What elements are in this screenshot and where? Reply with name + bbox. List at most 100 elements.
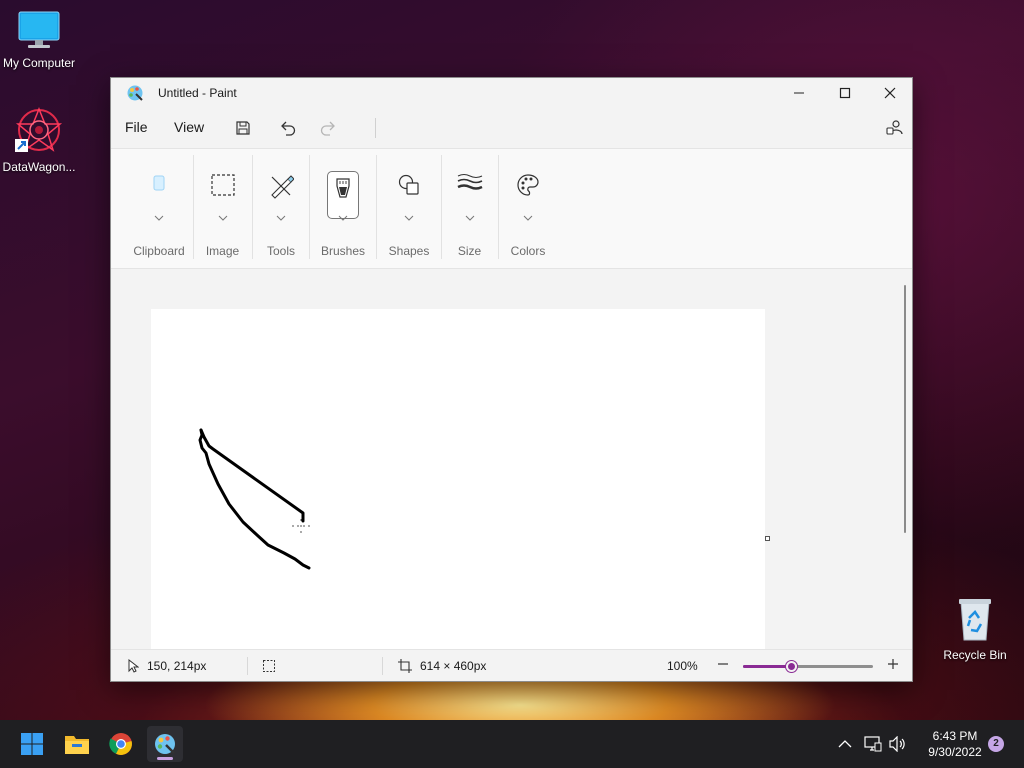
ribbon-toolbar: Clipboard Image Tools Brushes Shapes Siz…: [111, 148, 912, 269]
group-label: Colors: [510, 244, 546, 258]
save-icon: [236, 121, 250, 135]
chevron-down-icon: [276, 209, 286, 224]
canvas-size-indicator: 614 × 460px: [398, 659, 486, 673]
monitor-icon: [0, 10, 81, 53]
cursor-position: 150, 214px: [147, 659, 207, 673]
file-explorer-button[interactable]: [59, 726, 95, 762]
volume-button[interactable]: [889, 720, 907, 768]
datawagon-app-icon: [0, 106, 81, 157]
minimize-icon: [794, 92, 804, 94]
drawing-canvas[interactable]: [151, 309, 765, 649]
redo-button[interactable]: [315, 116, 341, 140]
desktop-icon-datawagon[interactable]: DataWagon...: [0, 106, 81, 174]
folder-icon: [65, 736, 89, 754]
canvas-drawing: [198, 428, 311, 570]
status-bar: 150, 214px 614 × 460px 100%: [111, 649, 912, 681]
paint-app-icon: [126, 84, 144, 105]
active-app-indicator: [157, 757, 173, 760]
zoom-slider-thumb[interactable]: [786, 661, 797, 672]
window-title: Untitled - Paint: [158, 86, 237, 100]
zoom-slider[interactable]: [743, 661, 873, 672]
recycle-bin-icon: [933, 596, 1017, 645]
status-divider: [247, 657, 248, 675]
desktop-icon-recycle-bin[interactable]: Recycle Bin: [933, 596, 1017, 662]
group-divider: [193, 155, 194, 259]
menu-file[interactable]: File: [125, 119, 148, 135]
menu-bar: File View: [111, 108, 912, 148]
group-label: Image: [205, 244, 240, 258]
menu-view[interactable]: View: [174, 119, 204, 135]
crosshair-cursor-icon: [292, 519, 310, 533]
colors-group[interactable]: Colors: [499, 149, 557, 270]
chrome-icon: [109, 733, 132, 755]
size-group[interactable]: Size: [442, 149, 497, 270]
group-label: Brushes: [320, 244, 366, 258]
paint-window: Untitled - Paint File View Clipboard Ima…: [110, 77, 913, 682]
chevron-down-icon: [465, 209, 475, 224]
account-settings-icon: [886, 120, 903, 135]
image-group[interactable]: Image: [195, 149, 250, 270]
group-label: Size: [457, 244, 482, 258]
maximize-button[interactable]: [822, 78, 868, 108]
zoom-out-button[interactable]: [717, 658, 729, 670]
menu-divider: [375, 118, 376, 138]
canvas-workspace[interactable]: [111, 269, 912, 649]
system-clock[interactable]: 6:43 PM 9/30/2022: [916, 728, 994, 760]
zoom-in-button[interactable]: [887, 658, 899, 670]
start-button[interactable]: [14, 726, 50, 762]
close-button[interactable]: [867, 78, 913, 108]
chevron-down-icon: [218, 209, 228, 224]
taskbar: 6:43 PM 9/30/2022: [0, 720, 1024, 768]
chrome-button[interactable]: [103, 726, 139, 762]
desktop-icon-my-computer[interactable]: My Computer: [0, 10, 81, 70]
shapes-group[interactable]: Shapes: [377, 149, 441, 270]
chevron-down-icon: [154, 209, 164, 224]
clipboard-group[interactable]: Clipboard: [121, 149, 197, 270]
stroke-curve: [198, 433, 311, 570]
chevron-down-icon: [338, 209, 348, 224]
chevron-down-icon: [404, 209, 414, 224]
canvas-resize-handle[interactable]: [765, 536, 770, 541]
chevron-down-icon: [523, 209, 533, 224]
palette-icon: [516, 173, 540, 200]
desktop-icon-label: Recycle Bin: [943, 648, 1007, 662]
undo-icon: [281, 121, 296, 136]
stroke-line: [199, 428, 305, 523]
tools-icon: [268, 173, 295, 202]
shapes-icon: [397, 173, 421, 200]
status-divider: [382, 657, 383, 675]
clock-time: 6:43 PM: [932, 729, 978, 743]
rectangular-select-icon: [210, 173, 236, 200]
canvas-size: 614 × 460px: [420, 659, 487, 673]
group-label: Clipboard: [133, 244, 185, 258]
paint-taskbar-button[interactable]: [147, 726, 183, 762]
maximize-icon: [839, 87, 851, 99]
plus-icon: [888, 659, 898, 669]
line-size-icon: [456, 173, 483, 196]
brushes-group[interactable]: Brushes: [311, 149, 375, 270]
zoom-level[interactable]: 100%: [667, 659, 698, 673]
zoom-slider-fill: [743, 665, 791, 668]
close-icon: [884, 87, 896, 99]
canvas-size-icon: [398, 659, 412, 673]
title-bar[interactable]: Untitled - Paint: [111, 78, 912, 108]
notification-badge[interactable]: 2: [988, 736, 1004, 752]
settings-button[interactable]: [881, 116, 907, 140]
tools-group[interactable]: Tools: [253, 149, 309, 270]
group-label: Shapes: [388, 244, 430, 258]
vertical-scrollbar[interactable]: [904, 285, 906, 533]
show-hidden-icons-button[interactable]: [838, 720, 852, 768]
minus-icon: [718, 663, 728, 665]
redo-icon: [320, 121, 335, 136]
desktop-icon-label: DataWagon...: [2, 160, 76, 174]
pointer-icon: [128, 659, 139, 673]
save-button[interactable]: [230, 116, 256, 140]
minimize-button[interactable]: [776, 78, 822, 108]
selection-size-indicator: [262, 659, 276, 673]
group-label: Tools: [266, 244, 295, 258]
speaker-icon: [889, 736, 905, 752]
chevron-up-icon: [838, 740, 852, 748]
cursor-position-indicator: 150, 214px: [127, 659, 206, 673]
undo-button[interactable]: [275, 116, 301, 140]
network-button[interactable]: [864, 720, 882, 768]
